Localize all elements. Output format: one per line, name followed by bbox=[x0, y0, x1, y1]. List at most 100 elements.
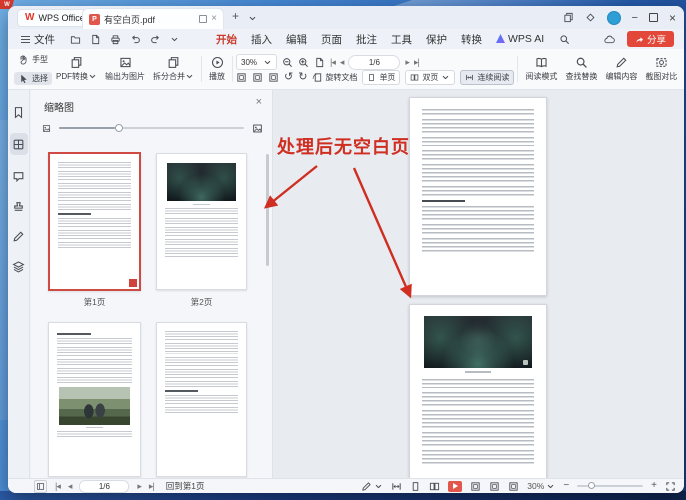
desktop-widget-icon[interactable] bbox=[585, 12, 596, 23]
zoom-in-icon[interactable] bbox=[298, 57, 309, 68]
compress-button[interactable]: 压缩 bbox=[681, 51, 684, 87]
export-image-button[interactable]: 输出为图片 bbox=[101, 51, 149, 87]
ribbon-tabs: 开始 插入 编辑 页面 批注 工具 保护 转换 WPS AI bbox=[209, 30, 551, 49]
prev-page-icon[interactable]: ◂ bbox=[68, 482, 72, 491]
play-button[interactable]: 播放 bbox=[205, 51, 229, 87]
new-tab-button[interactable]: + bbox=[232, 10, 239, 22]
zoom-select[interactable]: 30% bbox=[236, 54, 277, 70]
tab-list-chevron-icon[interactable] bbox=[248, 14, 257, 23]
undo-icon[interactable] bbox=[130, 34, 141, 45]
double-page-button[interactable]: 双页 bbox=[405, 70, 455, 85]
zoom-out-button[interactable]: − bbox=[563, 481, 569, 491]
stamp-panel-button[interactable] bbox=[10, 197, 28, 215]
quick-actions-chevron-icon[interactable] bbox=[170, 35, 179, 44]
rotate-doc-button[interactable]: 旋转文档 bbox=[312, 72, 357, 83]
tab-protect[interactable]: 保护 bbox=[419, 30, 454, 49]
tab-wps-ai[interactable]: WPS AI bbox=[489, 31, 551, 47]
first-page-icon[interactable]: |◂ bbox=[330, 58, 335, 67]
zoom-slider[interactable] bbox=[577, 485, 643, 487]
thumbnail-page-2[interactable] bbox=[156, 153, 247, 290]
chevron-down-icon bbox=[185, 72, 194, 81]
next-page-icon[interactable]: ▸ bbox=[137, 482, 141, 491]
annotation-panel-button[interactable] bbox=[10, 227, 28, 245]
thumbnail-page-4[interactable] bbox=[156, 322, 247, 477]
comments-panel-button[interactable] bbox=[10, 167, 28, 185]
pdf-convert-button[interactable]: PDF转换 bbox=[52, 51, 101, 87]
large-image-icon bbox=[252, 123, 263, 134]
zoom-slider-thumb[interactable] bbox=[588, 482, 595, 489]
fullscreen-icon[interactable] bbox=[665, 481, 676, 492]
double-page-icon[interactable] bbox=[429, 481, 440, 492]
minimize-button[interactable]: − bbox=[632, 12, 638, 24]
tab-preview-icon[interactable] bbox=[199, 15, 207, 23]
last-page-icon[interactable]: ▸| bbox=[414, 58, 419, 67]
thumbnail-page-3[interactable] bbox=[48, 322, 141, 477]
cloud-sync-icon[interactable] bbox=[604, 34, 615, 45]
autoplay-button[interactable] bbox=[448, 481, 462, 492]
first-page-icon[interactable]: |◂ bbox=[55, 482, 60, 491]
last-page-icon[interactable]: ▸| bbox=[149, 482, 154, 491]
toggle-panel-icon[interactable] bbox=[34, 480, 47, 493]
prev-page-icon[interactable]: ◂ bbox=[340, 58, 344, 67]
rotate-right-icon[interactable]: ↻ bbox=[298, 72, 307, 83]
panel-close-icon[interactable]: × bbox=[256, 97, 262, 108]
zoom-out-icon[interactable] bbox=[282, 57, 293, 68]
tab-home[interactable]: 开始 bbox=[209, 30, 244, 49]
find-replace-button[interactable]: 查找替换 bbox=[561, 51, 601, 87]
tab-tools[interactable]: 工具 bbox=[384, 30, 419, 49]
layers-panel-button[interactable] bbox=[10, 257, 28, 275]
save-icon[interactable] bbox=[90, 34, 101, 45]
fit-width-icon[interactable] bbox=[489, 481, 500, 492]
edit-content-button[interactable]: 编辑内容 bbox=[601, 51, 641, 87]
back-to-page-link[interactable]: 回到第1页 bbox=[166, 480, 205, 492]
thumbnail-scrollbar[interactable] bbox=[266, 154, 269, 266]
select-tool-button[interactable]: 选择 bbox=[14, 72, 52, 85]
fit-page-icon[interactable] bbox=[236, 72, 247, 83]
tab-insert[interactable]: 插入 bbox=[244, 30, 279, 49]
document-tab[interactable]: P 有空白页.pdf × bbox=[82, 8, 224, 29]
screenshot-compare-button[interactable]: 截图对比 bbox=[641, 51, 681, 87]
heading-placeholder bbox=[57, 333, 91, 335]
split-merge-button[interactable]: 拆分合并 bbox=[149, 51, 198, 87]
user-avatar[interactable] bbox=[607, 11, 621, 25]
tab-close-icon[interactable]: × bbox=[211, 14, 217, 24]
thumbnail-page-1[interactable] bbox=[48, 152, 141, 291]
tab-convert[interactable]: 转换 bbox=[454, 30, 489, 49]
fit-width-icon[interactable] bbox=[252, 72, 263, 83]
page-indicator-input[interactable]: 1/6 bbox=[348, 55, 400, 70]
print-icon[interactable] bbox=[110, 34, 121, 45]
open-file-icon[interactable] bbox=[70, 34, 81, 45]
hand-tool-button[interactable]: 手型 bbox=[14, 53, 52, 66]
next-page-icon[interactable]: ▸ bbox=[405, 58, 409, 67]
rotate-left-icon[interactable]: ↺ bbox=[284, 72, 293, 83]
close-button[interactable]: × bbox=[669, 11, 676, 25]
single-page-icon[interactable] bbox=[410, 481, 421, 492]
share-button[interactable]: 分享 bbox=[627, 31, 674, 47]
fit-area-icon[interactable] bbox=[508, 481, 519, 492]
snapshot-icon[interactable] bbox=[314, 57, 325, 68]
file-menu[interactable]: 文件 bbox=[21, 32, 55, 47]
zoom-in-button[interactable]: + bbox=[651, 481, 657, 491]
continuous-read-button[interactable]: 连续阅读 bbox=[460, 70, 514, 85]
document-tab-title: 有空白页.pdf bbox=[104, 13, 195, 26]
tab-annotate[interactable]: 批注 bbox=[349, 30, 384, 49]
thumbnail-size-slider[interactable] bbox=[59, 127, 244, 129]
fit-page-icon[interactable] bbox=[470, 481, 481, 492]
tab-page[interactable]: 页面 bbox=[314, 30, 349, 49]
zoom-select[interactable]: 30% bbox=[527, 481, 555, 491]
continuous-read-icon[interactable] bbox=[391, 481, 402, 492]
bookmarks-panel-button[interactable] bbox=[10, 103, 28, 121]
read-mode-button[interactable]: 阅读模式 bbox=[521, 51, 561, 87]
single-page-button[interactable]: 单页 bbox=[362, 70, 400, 85]
export-image-icon bbox=[119, 56, 132, 69]
thumbnails-panel-button[interactable] bbox=[10, 133, 28, 155]
tab-edit[interactable]: 编辑 bbox=[279, 30, 314, 49]
redo-icon[interactable] bbox=[150, 34, 161, 45]
slider-thumb[interactable] bbox=[115, 124, 123, 132]
annotation-tool-button[interactable] bbox=[361, 481, 383, 492]
maximize-button[interactable] bbox=[649, 13, 658, 22]
search-icon[interactable] bbox=[559, 34, 570, 45]
fit-area-icon[interactable] bbox=[268, 72, 279, 83]
workspace-icon[interactable] bbox=[563, 12, 574, 23]
page-indicator-input[interactable]: 1/6 bbox=[79, 480, 129, 493]
